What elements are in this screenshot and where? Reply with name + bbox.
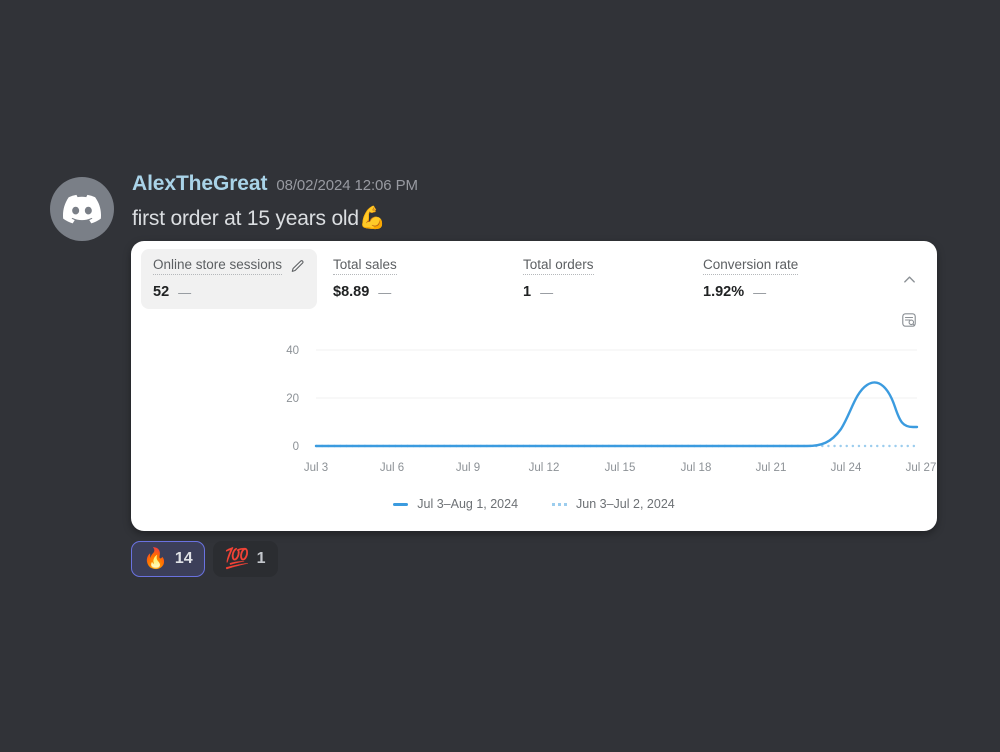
legend-label: Jun 3–Jul 2, 2024: [576, 497, 675, 511]
discord-logo-icon: [63, 190, 101, 228]
metric-label-row: Online store sessions: [153, 257, 305, 275]
legend-item-current[interactable]: Jul 3–Aug 1, 2024: [393, 497, 518, 511]
fire-emoji: 🔥: [143, 548, 168, 570]
y-tick-40: 40: [286, 345, 299, 357]
y-tick-20: 20: [286, 393, 299, 405]
chart-legend: Jul 3–Aug 1, 2024 Jun 3–Jul 2, 2024: [131, 497, 937, 511]
legend-item-comparison[interactable]: Jun 3–Jul 2, 2024: [552, 497, 675, 511]
x-tick-3: Jul 12: [529, 462, 560, 474]
message-timestamp: 08/02/2024 12:06 PM: [276, 177, 418, 194]
metric-value-row: $8.89 —: [333, 284, 397, 300]
reaction-hundred-points[interactable]: 💯 1: [212, 541, 278, 577]
x-tick-0: Jul 3: [304, 462, 328, 474]
chevron-up-icon[interactable]: [899, 269, 919, 289]
report-search-icon[interactable]: [899, 310, 919, 330]
avatar[interactable]: [50, 177, 114, 241]
x-tick-4: Jul 15: [605, 462, 636, 474]
metric-label: Conversion rate: [703, 257, 799, 275]
metric-delta: —: [753, 284, 767, 300]
metric-value-row: 1.92% —: [703, 284, 798, 300]
flexed-biceps-emoji: 💪: [358, 205, 387, 230]
message-text: first order at 15 years old💪: [132, 204, 950, 232]
legend-label: Jul 3–Aug 1, 2024: [417, 497, 519, 511]
analytics-embed-card: Online store sessions 52 — Total sales $…: [131, 241, 937, 531]
x-tick-2: Jul 9: [456, 462, 480, 474]
metric-total-sales[interactable]: Total sales $8.89 —: [321, 249, 409, 309]
y-tick-0: 0: [293, 441, 299, 453]
chat-message: AlexTheGreat 08/02/2024 12:06 PM first o…: [50, 172, 950, 241]
chart-y-axis: 40 20 0: [286, 345, 299, 453]
pencil-icon[interactable]: [290, 259, 305, 274]
sessions-line-chart: 40 20 0 Jul 3 Jul 6 Jul 9 Jul 12 Jul 15 …: [131, 337, 937, 531]
reaction-count: 14: [174, 550, 193, 567]
chart-gridlines: [316, 349, 917, 399]
message-header: AlexTheGreat 08/02/2024 12:06 PM: [132, 172, 950, 198]
metric-value: 52: [153, 284, 170, 300]
message-username[interactable]: AlexTheGreat: [132, 172, 267, 196]
metric-label: Total sales: [333, 257, 397, 275]
message-text-content: first order at 15 years old: [132, 207, 359, 230]
metric-delta: —: [378, 284, 392, 300]
message-reactions: 🔥 14 💯 1: [131, 541, 278, 577]
metric-conversion-rate[interactable]: Conversion rate 1.92% —: [691, 249, 810, 309]
x-tick-5: Jul 18: [681, 462, 712, 474]
legend-swatch-solid: [393, 502, 409, 506]
chart-x-axis: Jul 3 Jul 6 Jul 9 Jul 12 Jul 15 Jul 18 J…: [304, 462, 937, 474]
metric-label-row: Total sales: [333, 257, 397, 275]
x-tick-8: Jul 27: [906, 462, 937, 474]
metric-label: Total orders: [523, 257, 594, 275]
metric-value-row: 52 —: [153, 284, 305, 300]
x-tick-1: Jul 6: [380, 462, 404, 474]
metric-value: 1.92%: [703, 284, 745, 300]
metric-total-orders[interactable]: Total orders 1 —: [511, 249, 606, 309]
metric-delta: —: [540, 284, 554, 300]
series-primary: [314, 381, 919, 448]
metric-delta: —: [178, 284, 192, 300]
metrics-row: Online store sessions 52 — Total sales $…: [131, 241, 937, 327]
chart-svg: 40 20 0 Jul 3 Jul 6 Jul 9 Jul 12 Jul 15 …: [286, 345, 937, 474]
x-tick-7: Jul 24: [831, 462, 862, 474]
message-body: AlexTheGreat 08/02/2024 12:06 PM first o…: [132, 172, 950, 232]
metric-online-store-sessions[interactable]: Online store sessions 52 —: [141, 249, 318, 309]
metric-label: Online store sessions: [153, 257, 283, 275]
x-tick-6: Jul 21: [756, 462, 787, 474]
hundred-points-emoji: 💯: [224, 548, 250, 570]
metric-value: 1: [523, 284, 532, 300]
metric-label-row: Conversion rate: [703, 257, 799, 275]
reaction-count: 1: [256, 550, 266, 567]
reaction-fire[interactable]: 🔥 14: [131, 541, 205, 577]
metric-value-row: 1 —: [523, 284, 594, 300]
metric-value: $8.89: [333, 284, 370, 300]
metric-label-row: Total orders: [523, 257, 594, 275]
legend-swatch-dotted: [552, 502, 568, 506]
